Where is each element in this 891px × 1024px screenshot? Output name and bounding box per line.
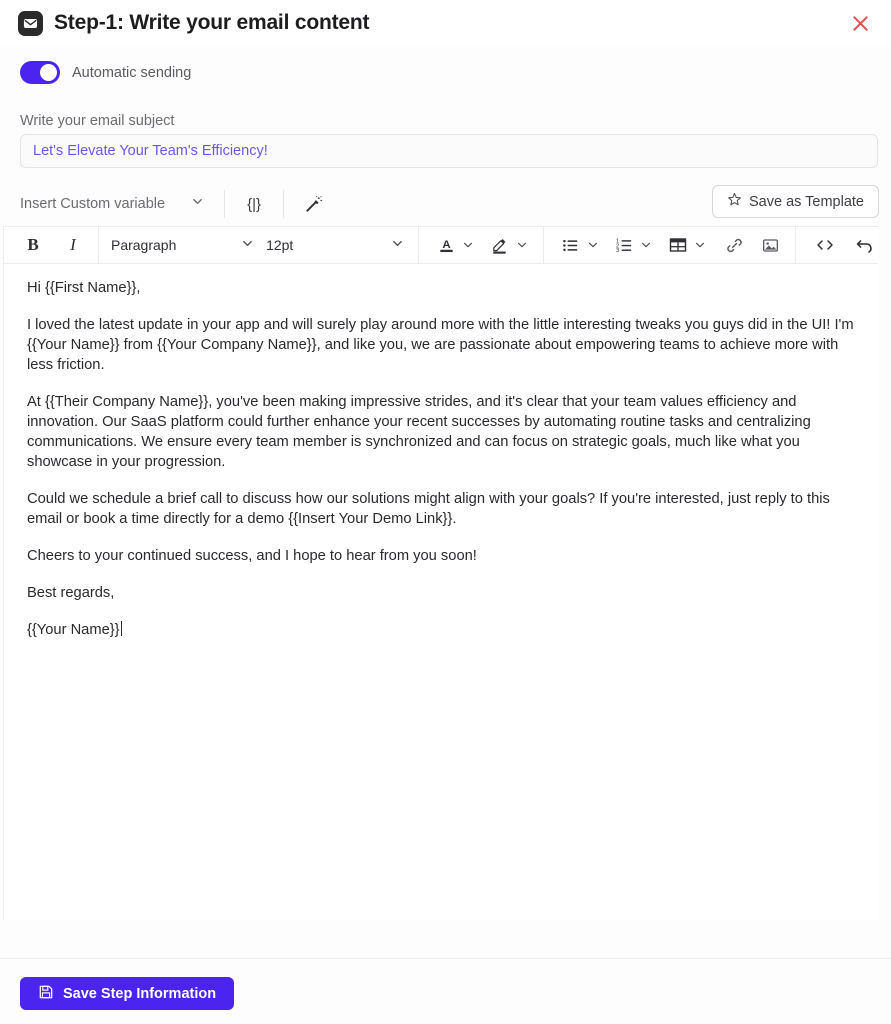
save-as-template-label: Save as Template bbox=[749, 193, 864, 210]
font-size-value: 12pt bbox=[266, 237, 294, 253]
email-body-editor[interactable]: Hi {{First Name}}, I loved the latest up… bbox=[4, 264, 878, 919]
text-caret bbox=[120, 621, 122, 636]
email-paragraph: I loved the latest update in your app an… bbox=[27, 317, 854, 373]
footer-divider bbox=[0, 958, 891, 959]
divider bbox=[224, 190, 226, 218]
automatic-sending-toggle[interactable] bbox=[20, 61, 60, 84]
table-icon[interactable] bbox=[665, 230, 691, 260]
chevron-down-icon bbox=[191, 195, 204, 213]
source-code-icon[interactable] bbox=[812, 230, 838, 260]
divider bbox=[283, 190, 285, 218]
svg-text:3: 3 bbox=[616, 248, 619, 254]
save-step-information-button[interactable]: Save Step Information bbox=[20, 977, 235, 1010]
page-title: Step-1: Write your email content bbox=[54, 11, 370, 34]
email-paragraph-signature: {{Your Name}} bbox=[27, 620, 860, 640]
divider bbox=[418, 226, 420, 264]
magic-wand-icon[interactable] bbox=[296, 189, 330, 219]
chevron-down-icon[interactable] bbox=[513, 232, 531, 258]
email-paragraph: Could we schedule a brief call to discus… bbox=[27, 491, 830, 527]
italic-button[interactable]: I bbox=[60, 230, 86, 260]
signature-text: {{Your Name}} bbox=[27, 622, 120, 638]
divider bbox=[98, 226, 99, 264]
insert-custom-variable-label: Insert Custom variable bbox=[20, 196, 166, 212]
star-icon bbox=[727, 192, 742, 211]
numbered-list-icon[interactable]: 1 2 3 bbox=[612, 230, 638, 260]
save-as-template-button[interactable]: Save as Template bbox=[712, 185, 879, 218]
image-icon[interactable] bbox=[757, 230, 783, 260]
divider bbox=[795, 226, 797, 264]
save-step-information-label: Save Step Information bbox=[63, 985, 217, 1002]
email-paragraph: Best regards, bbox=[27, 585, 115, 601]
block-format-value: Paragraph bbox=[110, 237, 177, 253]
email-step-dialog: Step-1: Write your email content Automat… bbox=[0, 0, 891, 1024]
font-size-dropdown[interactable]: 12pt bbox=[266, 230, 404, 260]
subject-label: Write your email subject bbox=[20, 113, 175, 129]
floppy-disk-icon bbox=[38, 984, 54, 1004]
insert-custom-variable-dropdown[interactable]: Insert Custom variable bbox=[12, 188, 212, 220]
block-format-dropdown[interactable]: Paragraph bbox=[111, 230, 254, 260]
chevron-down-icon bbox=[391, 237, 404, 253]
dialog-header: Step-1: Write your email content bbox=[0, 0, 891, 46]
automatic-sending-label: Automatic sending bbox=[72, 64, 192, 81]
chevron-down-icon[interactable] bbox=[638, 232, 656, 258]
format-toolbar: B I Paragraph 12pt A 1 2 3 bbox=[4, 226, 878, 264]
bold-button[interactable]: B bbox=[20, 230, 46, 260]
close-icon[interactable] bbox=[845, 8, 875, 38]
email-paragraph: Hi {{First Name}}, bbox=[27, 280, 141, 296]
divider bbox=[542, 226, 544, 264]
toggle-knob bbox=[40, 64, 57, 81]
braces-variable-icon[interactable]: {|} bbox=[237, 189, 271, 219]
chevron-down-icon[interactable] bbox=[691, 232, 709, 258]
automatic-sending-row: Automatic sending bbox=[20, 61, 191, 84]
highlight-color-icon[interactable] bbox=[487, 230, 513, 260]
chevron-down-icon[interactable] bbox=[584, 232, 602, 258]
subject-input[interactable] bbox=[20, 134, 878, 168]
email-paragraph: Cheers to your continued success, and I … bbox=[27, 548, 477, 564]
email-paragraph: At {{Their Company Name}}, you've been m… bbox=[27, 394, 811, 470]
rich-text-editor: B I Paragraph 12pt A 1 2 3 Hi {{First Na… bbox=[3, 226, 878, 920]
link-icon[interactable] bbox=[721, 230, 747, 260]
envelope-icon bbox=[18, 10, 43, 36]
undo-icon[interactable] bbox=[852, 230, 878, 260]
chevron-down-icon bbox=[241, 237, 254, 253]
chevron-down-icon[interactable] bbox=[459, 232, 477, 258]
svg-text:A: A bbox=[442, 238, 450, 250]
bullet-list-icon[interactable] bbox=[558, 230, 584, 260]
text-color-icon[interactable]: A bbox=[433, 230, 459, 260]
